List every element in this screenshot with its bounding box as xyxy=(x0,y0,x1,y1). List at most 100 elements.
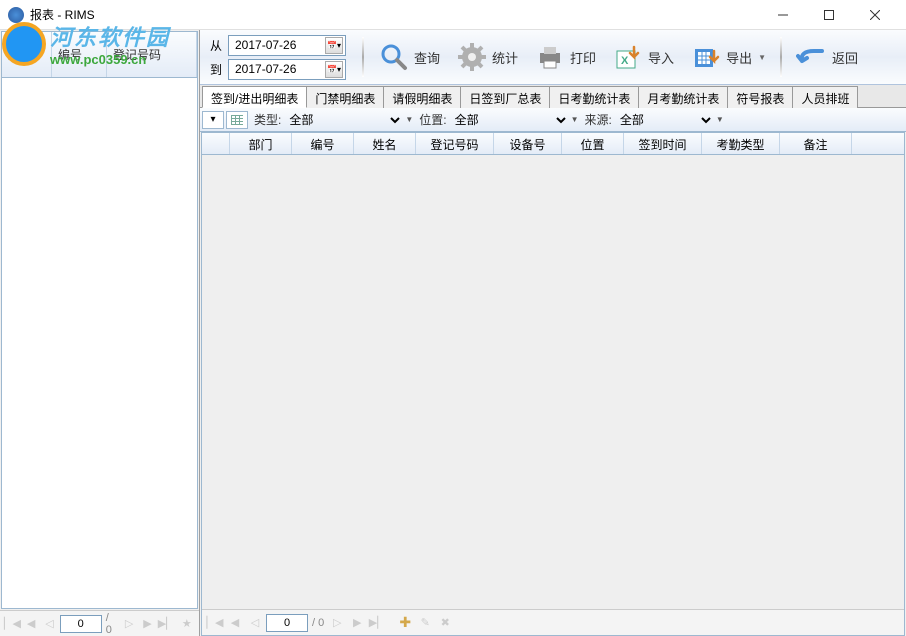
tab-checkin-detail[interactable]: 签到/进出明细表 xyxy=(202,86,307,108)
export-label: 导出 xyxy=(726,48,752,67)
back-button[interactable]: 返回 xyxy=(790,37,864,77)
stats-button[interactable]: 统计 xyxy=(450,37,524,77)
tab-daily-checkin-summary[interactable]: 日签到厂总表 xyxy=(460,86,550,108)
left-grid-header: 姓名 编号 登记号码 xyxy=(2,32,197,78)
main-grid-header: 部门 编号 姓名 登记号码 设备号 位置 签到时间 考勤类型 备注 xyxy=(202,133,904,155)
add-record-icon[interactable]: ✚ xyxy=(396,614,414,632)
nav-first-icon[interactable]: ▏◀ xyxy=(4,615,21,633)
minimize-button[interactable] xyxy=(760,0,806,30)
date-range-block: 从 2017-07-26 📅▾ 到 2017-07-26 📅▾ xyxy=(208,35,346,80)
tab-monthly-attendance-stats[interactable]: 月考勤统计表 xyxy=(638,86,728,108)
grid-col-regcode[interactable]: 登记号码 xyxy=(416,133,494,154)
grid-col-device[interactable]: 设备号 xyxy=(494,133,562,154)
left-grid: 姓名 编号 登记号码 xyxy=(1,31,198,609)
left-col-regcode[interactable]: 登记号码 xyxy=(107,32,197,77)
delete-record-icon[interactable]: ✖ xyxy=(436,614,454,632)
date-to-input[interactable]: 2017-07-26 📅▾ xyxy=(228,59,346,80)
tab-symbol-report[interactable]: 符号报表 xyxy=(727,86,793,108)
tab-daily-attendance-stats[interactable]: 日考勤统计表 xyxy=(549,86,639,108)
titlebar: 报表 - RIMS xyxy=(0,0,906,30)
grid-col-name[interactable]: 姓名 xyxy=(354,133,416,154)
date-to-value: 2017-07-26 xyxy=(235,62,296,76)
toolbar: 从 2017-07-26 📅▾ 到 2017-07-26 📅▾ xyxy=(200,30,906,85)
main-nav-total: / 0 xyxy=(312,617,324,629)
main-grid-footer: ▏◀ ◀ ◁ / 0 ▷ ▶ ▶▏ ✚ ✎ ✖ xyxy=(202,609,904,635)
main-nav-current[interactable] xyxy=(266,614,308,632)
dropdown-arrow-icon: ▼ xyxy=(571,115,579,124)
filter-toggle-button[interactable]: ▾ xyxy=(202,111,224,129)
back-arrow-icon xyxy=(796,41,828,73)
left-col-number[interactable]: 编号 xyxy=(52,32,107,77)
dropdown-arrow-icon: ▼ xyxy=(716,115,724,124)
date-from-label: 从 xyxy=(208,37,224,54)
filter-loc-select[interactable]: 全部 xyxy=(449,110,569,130)
nav-prev-icon[interactable]: ◀ xyxy=(23,615,39,633)
tab-access-detail[interactable]: 门禁明细表 xyxy=(306,86,384,108)
close-button[interactable] xyxy=(852,0,898,30)
left-panel: 姓名 编号 登记号码 ▏◀ ◀ ◁ / 0 ▷ ▶ ▶▏ ★ xyxy=(0,30,200,636)
nav-first-icon[interactable]: ▏◀ xyxy=(206,614,224,632)
separator-icon xyxy=(362,37,364,77)
calendar-icon[interactable]: 📅▾ xyxy=(325,37,343,54)
nav-next-icon[interactable]: ▶ xyxy=(348,614,366,632)
calendar-icon[interactable]: 📅▾ xyxy=(325,61,343,78)
print-button[interactable]: 打印 xyxy=(528,37,602,77)
back-label: 返回 xyxy=(832,48,858,67)
filter-type-select[interactable]: 全部 xyxy=(283,110,403,130)
grid-col-indicator[interactable] xyxy=(202,133,230,154)
nav-nextrec-icon[interactable]: ▷ xyxy=(121,615,137,633)
filter-src-select[interactable]: 全部 xyxy=(614,110,714,130)
right-panel: 从 2017-07-26 📅▾ 到 2017-07-26 📅▾ xyxy=(200,30,906,636)
app-icon xyxy=(8,7,24,23)
tab-leave-detail[interactable]: 请假明细表 xyxy=(383,86,461,108)
date-to-label: 到 xyxy=(208,61,224,78)
maximize-button[interactable] xyxy=(806,0,852,30)
grid-col-dept[interactable]: 部门 xyxy=(230,133,292,154)
filter-src-label: 来源: xyxy=(585,111,612,128)
grid-col-number[interactable]: 编号 xyxy=(292,133,354,154)
titlebar-left: 报表 - RIMS xyxy=(8,6,95,23)
content-area: 姓名 编号 登记号码 ▏◀ ◀ ◁ / 0 ▷ ▶ ▶▏ ★ 从 xyxy=(0,30,906,636)
import-icon: X xyxy=(612,41,644,73)
nav-prevrec-icon[interactable]: ◁ xyxy=(41,615,57,633)
grid-view-icon[interactable] xyxy=(226,111,248,129)
left-nav-current[interactable] xyxy=(60,615,102,633)
left-col-name[interactable]: 姓名 xyxy=(2,32,52,77)
grid-col-location[interactable]: 位置 xyxy=(562,133,624,154)
filter-type-label: 类型: xyxy=(254,111,281,128)
nav-last-icon[interactable]: ▶▏ xyxy=(368,614,386,632)
left-grid-body[interactable] xyxy=(2,78,197,583)
query-button[interactable]: 查询 xyxy=(372,37,446,77)
tab-personnel-schedule[interactable]: 人员排班 xyxy=(792,86,858,108)
print-label: 打印 xyxy=(570,48,596,67)
nav-next-icon[interactable]: ▶ xyxy=(139,615,155,633)
filter-loc-label: 位置: xyxy=(419,111,446,128)
export-button[interactable]: 导出 ▼ xyxy=(684,37,772,77)
window-title: 报表 - RIMS xyxy=(30,6,95,23)
nav-nextrec-icon[interactable]: ▷ xyxy=(328,614,346,632)
date-from-value: 2017-07-26 xyxy=(235,38,296,52)
main-grid: 部门 编号 姓名 登记号码 设备号 位置 签到时间 考勤类型 备注 ▏◀ ◀ ◁… xyxy=(201,132,905,636)
svg-text:X: X xyxy=(621,55,629,67)
nav-last-icon[interactable]: ▶▏ xyxy=(158,615,175,633)
separator-icon xyxy=(780,37,782,77)
date-from-input[interactable]: 2017-07-26 📅▾ xyxy=(228,35,346,56)
filter-bar: ▾ 类型: 全部 ▼ 位置: 全部 ▼ 来源: 全部 ▼ xyxy=(200,108,906,132)
tab-bar: 签到/进出明细表 门禁明细表 请假明细表 日签到厂总表 日考勤统计表 月考勤统计… xyxy=(200,85,906,108)
nav-star-icon[interactable]: ★ xyxy=(179,615,195,633)
grid-col-remark[interactable]: 备注 xyxy=(780,133,852,154)
grid-col-attendtype[interactable]: 考勤类型 xyxy=(702,133,780,154)
query-label: 查询 xyxy=(414,48,440,67)
printer-icon xyxy=(534,41,566,73)
window-controls xyxy=(760,0,898,30)
grid-col-checktime[interactable]: 签到时间 xyxy=(624,133,702,154)
import-label: 导入 xyxy=(648,48,674,67)
main-grid-body[interactable] xyxy=(202,155,904,609)
dropdown-arrow-icon: ▼ xyxy=(758,53,766,62)
gear-icon xyxy=(456,41,488,73)
edit-record-icon[interactable]: ✎ xyxy=(416,614,434,632)
nav-prevrec-icon[interactable]: ◁ xyxy=(246,614,264,632)
nav-prev-icon[interactable]: ◀ xyxy=(226,614,244,632)
import-button[interactable]: X 导入 xyxy=(606,37,680,77)
left-nav-total: / 0 xyxy=(106,612,117,636)
